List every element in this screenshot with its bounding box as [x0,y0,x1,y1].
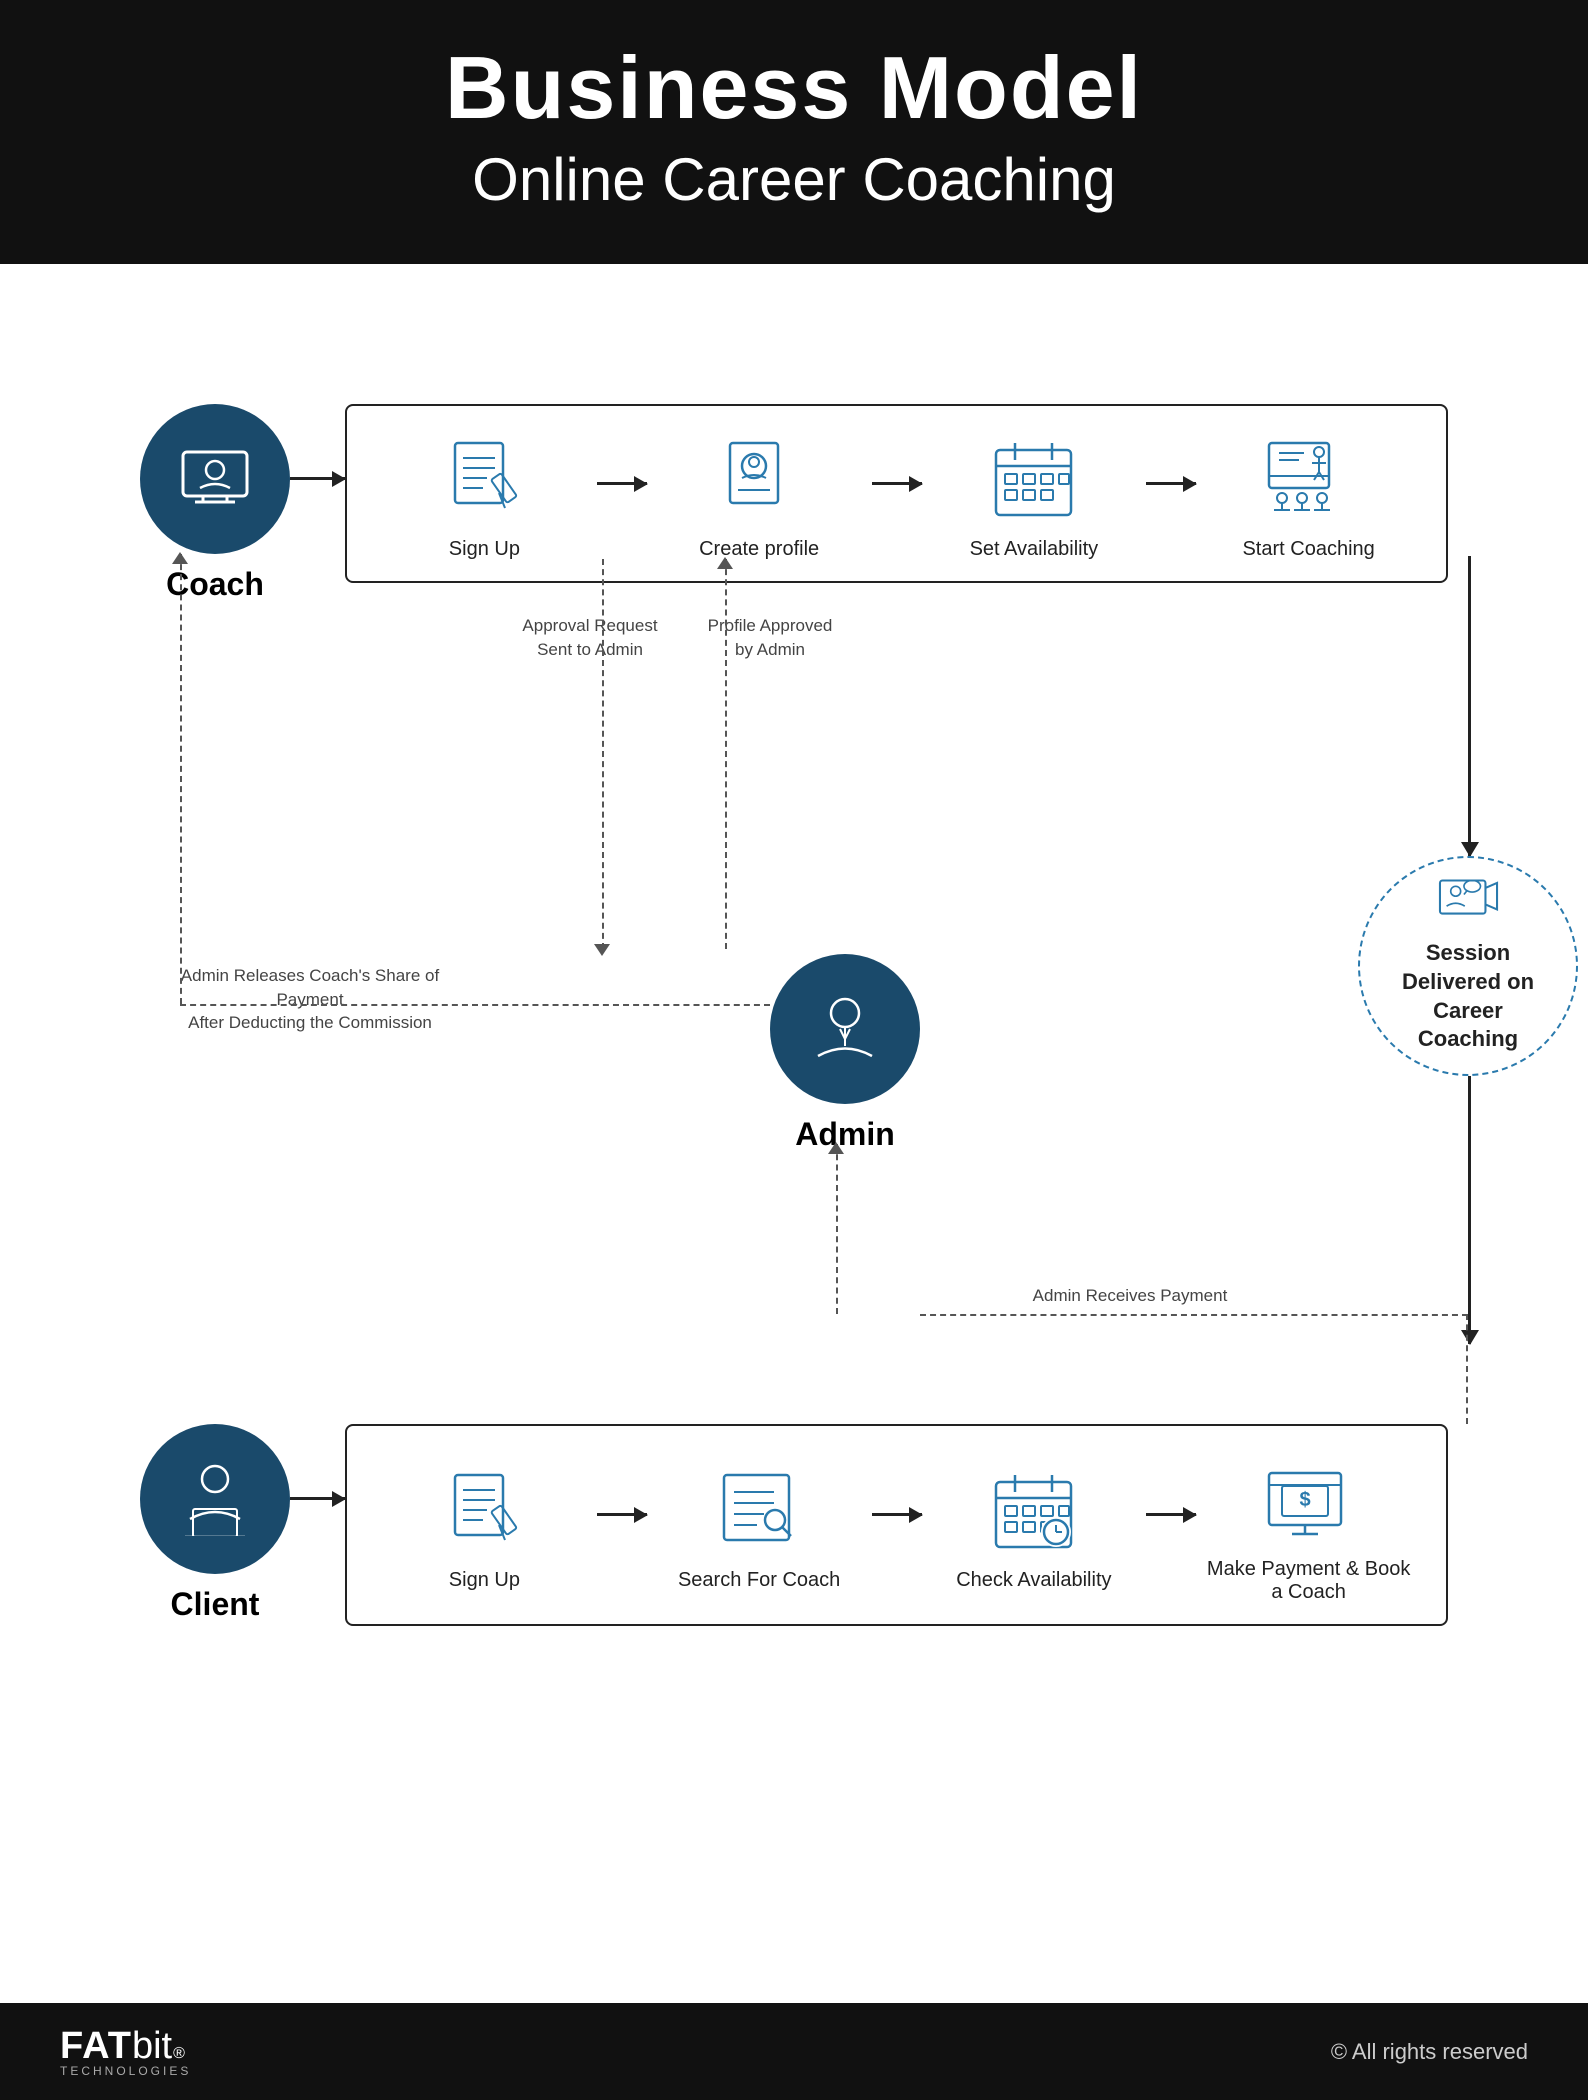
signup-icon [439,436,529,526]
coach-circle [140,404,290,554]
coach-step-availability: Set Availability [927,436,1142,561]
arrow2 [867,482,927,515]
session-label: Session Delivered on Career Coaching [1380,939,1556,1053]
admin-up-head [828,1142,844,1154]
coach-wrapper: Coach [140,404,290,603]
receives-note: Admin Receives Payment [980,1284,1280,1308]
search-coach-icon [714,1467,804,1557]
coach-availability-label: Set Availability [970,538,1099,561]
client-step-search: Search For Coach [652,1467,867,1592]
coach-coaching-label: Start Coaching [1242,538,1374,561]
admin-releases-arrow-up [172,552,188,564]
admin-wrapper: Admin [770,954,920,1153]
approval-arrow-head [594,944,610,956]
check-availability-icon [989,1467,1079,1557]
arrow3 [1141,482,1201,515]
arrow1 [592,482,652,515]
logo-bit: bit [132,2025,172,2068]
profile-note: Profile Approvedby Admin [670,614,870,662]
admin-releases-dashed-h [180,1004,770,1006]
client-signup-label: Sign Up [449,1569,520,1592]
admin-receives-label: Admin Receives Payment [980,1284,1280,1308]
admin-releases-label: Admin Releases Coach's Share of PaymentA… [170,964,450,1035]
admin-label: Admin [795,1116,895,1153]
coach-signup-label: Sign Up [449,538,520,561]
coach-step-coaching: Start Coaching [1201,436,1416,561]
session-circle: Session Delivered on Career Coaching [1358,856,1578,1076]
coach-step-profile: Create profile [652,436,867,561]
footer-logo-sub: TECHNOLOGIES [60,2064,191,2078]
admin-circle [770,954,920,1104]
diagram-container: Coach [80,324,1508,2024]
footer: FAT bit ® TECHNOLOGIES © All rights rese… [0,2003,1588,2100]
make-payment-icon: $ [1264,1456,1354,1546]
profile-approved-arrow-head [717,557,733,569]
logo-fat: FAT [60,2025,132,2068]
releases-note: Admin Releases Coach's Share of PaymentA… [170,964,450,1035]
create-profile-icon [714,436,804,526]
client-search-label: Search For Coach [678,1569,840,1592]
coach-flow-box: Sign Up Create [345,404,1448,583]
admin-receives-dashed-h [920,1314,1468,1316]
coach-step-signup: Sign Up [377,436,592,561]
client-label: Client [171,1586,260,1623]
footer-logo-wrapper: FAT bit ® TECHNOLOGIES [60,2025,191,2078]
approval-note: Approval RequestSent to Admin [500,614,680,662]
client-step-check: Check Availability [927,1467,1142,1592]
client-wrapper: Client [140,1424,290,1623]
main-title: Business Model [20,40,1568,137]
admin-receives-dashed-v [1466,1314,1469,1424]
profile-approved-label: Profile Approvedby Admin [670,614,870,662]
client-circle [140,1424,290,1574]
footer-logo: FAT bit ® [60,2025,191,2068]
approval-dashed-down [602,559,605,949]
start-coaching-icon [1264,436,1354,526]
session-wrapper: Session Delivered on Career Coaching [1358,856,1578,1076]
client-step-signup: Sign Up [377,1467,592,1592]
approval-request-label: Approval RequestSent to Admin [500,614,680,662]
admin-receives-arrow-up [836,1144,839,1314]
main-subtitle: Online Career Coaching [20,145,1568,214]
arrow4 [592,1513,652,1546]
main-diagram: Coach [0,264,1588,2084]
footer-copyright: © All rights reserved [1331,2039,1528,2065]
client-step-payment: $ Make Payment & Book a Coach [1201,1456,1416,1604]
admin-releases-dashed-v [180,554,183,1004]
client-signup-icon [439,1467,529,1557]
client-check-label: Check Availability [956,1569,1111,1592]
arrow5 [867,1513,927,1546]
coach-to-box-arrow [290,477,345,480]
client-flow-box: Sign Up [345,1424,1448,1626]
start-coaching-down-arrow [1468,556,1471,856]
set-availability-icon [989,436,1079,526]
svg-text:$: $ [1299,1489,1310,1511]
header-section: Business Model Online Career Coaching [0,0,1588,264]
arrow6 [1141,1513,1201,1546]
session-to-client-arrow [1468,1076,1471,1344]
client-payment-label: Make Payment & Book a Coach [1201,1558,1416,1604]
logo-reg: ® [173,2045,185,2063]
client-to-box-arrow [290,1497,345,1500]
profile-approved-dashed-up [725,559,728,949]
